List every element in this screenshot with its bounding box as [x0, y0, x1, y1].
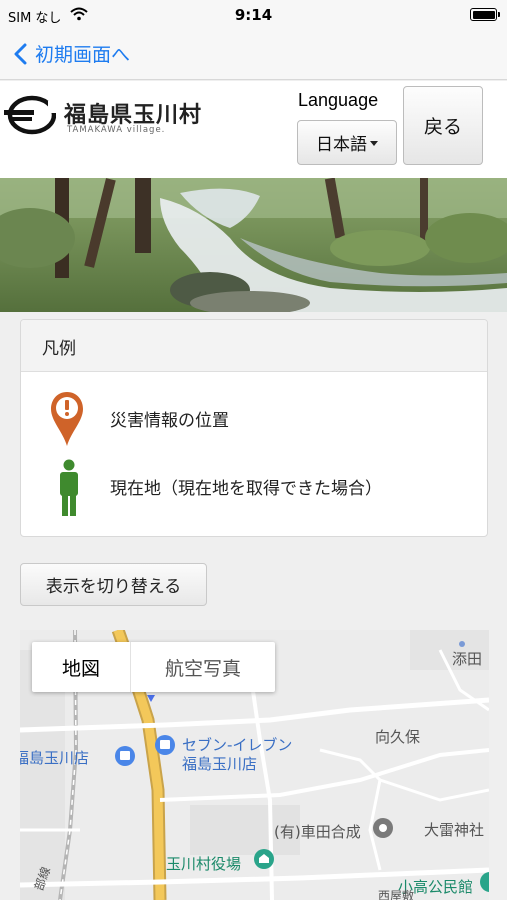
toggle-view-button[interactable]: 表示を切り替える	[20, 563, 207, 606]
legend-item: 現在地（現在地を取得できた場合）	[21, 456, 487, 516]
map-label: 添田	[452, 650, 483, 668]
caret-down-icon	[370, 141, 378, 146]
village-logo-mark-icon	[4, 95, 56, 135]
back-to-home-button[interactable]: 初期画面へ	[14, 40, 130, 67]
return-button[interactable]: 戻る	[403, 86, 483, 165]
back-label: 初期画面へ	[35, 44, 131, 66]
disaster-pin-icon	[51, 392, 83, 446]
shopping-pin-icon[interactable]	[155, 735, 175, 755]
map-view[interactable]: 地図 航空写真 福島玉川店 セブン-イレブン 福島玉川店 向久保 (有)車田合成…	[20, 630, 489, 900]
shopping-pin-icon[interactable]	[115, 746, 135, 766]
legend-title: 凡例	[21, 320, 487, 372]
government-pin-icon[interactable]	[254, 849, 274, 869]
map-type-control: 地図 航空写真	[32, 642, 275, 692]
chevron-left-icon	[14, 43, 27, 64]
navigation-bar: 初期画面へ	[0, 30, 507, 80]
map-label: (有)車田合成	[274, 823, 361, 841]
legend-item-label: 現在地（現在地を取得できた場合）	[110, 479, 382, 499]
language-select[interactable]: 日本語	[297, 120, 397, 165]
language-value: 日本語	[316, 135, 367, 155]
map-label: 玉川村役場	[166, 855, 242, 873]
battery-icon	[470, 8, 500, 21]
map-type-map-button[interactable]: 地図	[32, 642, 130, 692]
map-label: 福島玉川店	[20, 749, 90, 767]
person-location-icon	[60, 459, 78, 516]
village-subtitle: TAMAKAWA village.	[67, 125, 166, 135]
map-label: セブン-イレブン	[182, 736, 293, 754]
map-label: 福島玉川店	[182, 755, 258, 773]
village-logo: 福島県玉川村 TAMAKAWA village.	[4, 95, 224, 135]
status-bar: SIM なし 9:14	[0, 0, 507, 30]
map-label: 向久保	[375, 728, 421, 746]
legend-item-label: 災害情報の位置	[110, 411, 229, 431]
site-header: 福島県玉川村 TAMAKAWA village. Language 日本語 戻る	[0, 81, 507, 178]
clock: 9:14	[234, 6, 273, 24]
banner-image	[0, 178, 507, 312]
legend-item: 災害情報の位置	[21, 388, 487, 448]
map-type-satellite-button[interactable]: 航空写真	[130, 642, 275, 692]
map-label: 大雷神社	[424, 821, 485, 839]
language-label: Language	[298, 90, 379, 110]
location-pin-icon[interactable]	[373, 818, 393, 838]
legend-panel: 凡例 災害情報の位置 現在地（現在地を取得できた場合）	[20, 319, 488, 537]
map-label: 西屋敷	[378, 889, 415, 900]
